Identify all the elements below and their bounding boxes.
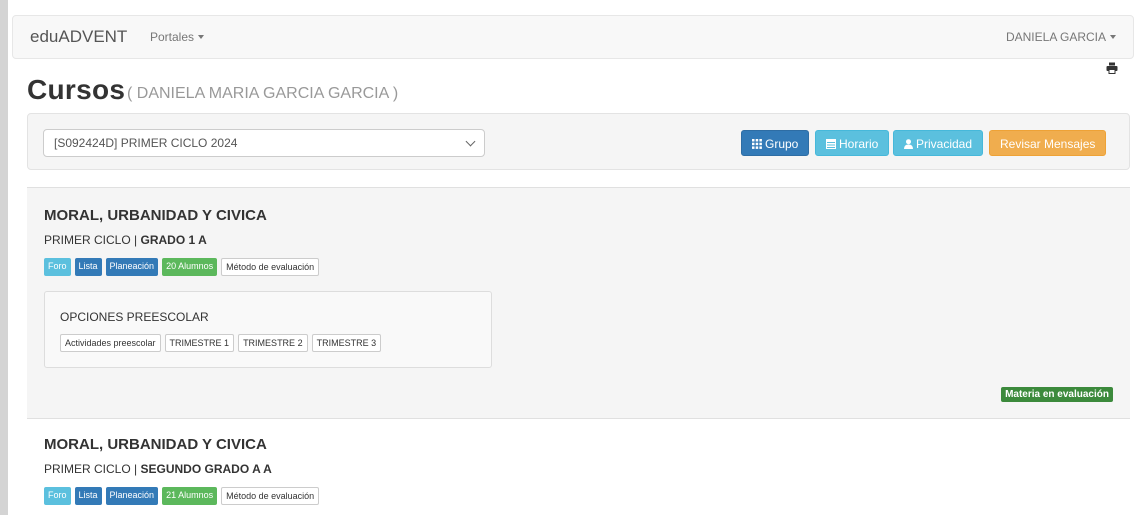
caret-down-icon <box>198 34 205 39</box>
top-navbar: eduADVENT Portales DANIELA GARCIA <box>12 15 1134 59</box>
foro-button[interactable]: Foro <box>44 487 71 505</box>
page-title: Cursos <box>27 74 126 105</box>
trimestre-2-button[interactable]: TRIMESTRE 2 <box>238 334 308 352</box>
planeacion-button[interactable]: Planeación <box>105 487 159 505</box>
portales-menu[interactable]: Portales <box>150 30 205 44</box>
metodo-evaluacion-button[interactable]: Método de evaluación <box>221 258 320 276</box>
course-group: PRIMER CICLO | SEGUNDO GRADO A A <box>44 462 272 476</box>
privacidad-label: Privacidad <box>916 137 973 151</box>
course-title: MORAL, URBANIDAD Y CIVICA <box>44 207 267 224</box>
metodo-evaluacion-button[interactable]: Método de evaluación <box>221 487 320 505</box>
opciones-preescolar-panel: OPCIONES PREESCOLAR Actividades preescol… <box>44 291 492 368</box>
grupo-button[interactable]: Grupo <box>741 130 810 156</box>
course-actions: Foro Lista Planeación 21 Alumnos Método … <box>44 487 320 505</box>
period-select[interactable]: [S092424D] PRIMER CICLO 2024 <box>43 129 485 157</box>
page-subtitle: ( DANIELA MARIA GARCIA GARCIA ) <box>127 85 399 102</box>
course-grado: SEGUNDO GRADO A A <box>140 462 272 476</box>
course-group: PRIMER CICLO | GRADO 1 A <box>44 233 207 247</box>
lista-button[interactable]: Lista <box>74 258 102 276</box>
opciones-title: OPCIONES PREESCOLAR <box>60 310 209 324</box>
status-badge: Materia en evaluación <box>1001 387 1113 402</box>
course-grado: GRADO 1 A <box>140 233 207 247</box>
revisar-mensajes-label: Revisar Mensajes <box>1000 137 1096 151</box>
alumnos-button[interactable]: 20 Alumnos <box>162 258 218 276</box>
revisar-mensajes-button[interactable]: Revisar Mensajes <box>989 130 1107 156</box>
foro-button[interactable]: Foro <box>44 258 71 276</box>
brand-logo[interactable]: eduADVENT <box>30 27 127 47</box>
user-name: DANIELA GARCIA <box>1005 30 1106 44</box>
portales-label: Portales <box>150 30 195 44</box>
user-menu[interactable]: DANIELA GARCIA <box>1006 30 1116 44</box>
trimestre-1-button[interactable]: TRIMESTRE 1 <box>164 334 235 352</box>
course-ciclo: PRIMER CICLO <box>44 233 131 247</box>
horario-button[interactable]: Horario <box>815 130 890 156</box>
print-icon[interactable] <box>1106 62 1118 74</box>
horario-label: Horario <box>839 137 879 151</box>
caret-down-icon <box>1110 34 1116 39</box>
left-border <box>0 0 8 515</box>
user-icon <box>904 139 913 149</box>
course-actions: Foro Lista Planeación 20 Alumnos Método … <box>44 258 320 276</box>
calendar-icon <box>826 139 836 149</box>
course-ciclo: PRIMER CICLO <box>44 462 131 476</box>
grupo-label: Grupo <box>765 137 799 151</box>
lista-button[interactable]: Lista <box>74 487 102 505</box>
actividades-preescolar-button[interactable]: Actividades preescolar <box>60 334 161 352</box>
alumnos-button[interactable]: 21 Alumnos <box>162 487 218 505</box>
separator: | <box>134 462 138 476</box>
chevron-down-icon <box>465 136 476 147</box>
course-title: MORAL, URBANIDAD Y CIVICA <box>44 436 267 453</box>
period-select-value: [S092424D] PRIMER CICLO 2024 <box>54 136 238 150</box>
separator: | <box>134 233 138 247</box>
grid-icon <box>752 139 762 149</box>
opciones-list: Actividades preescolar TRIMESTRE 1 TRIME… <box>60 334 382 352</box>
trimestre-3-button[interactable]: TRIMESTRE 3 <box>311 334 382 352</box>
course-card: MORAL, URBANIDAD Y CIVICA PRIMER CICLO |… <box>27 418 1130 515</box>
course-card: MORAL, URBANIDAD Y CIVICA PRIMER CICLO |… <box>27 187 1130 418</box>
planeacion-button[interactable]: Planeación <box>105 258 159 276</box>
toolbar-well: [S092424D] PRIMER CICLO 2024 Grupo Horar… <box>27 113 1130 170</box>
privacidad-button[interactable]: Privacidad <box>893 130 984 156</box>
